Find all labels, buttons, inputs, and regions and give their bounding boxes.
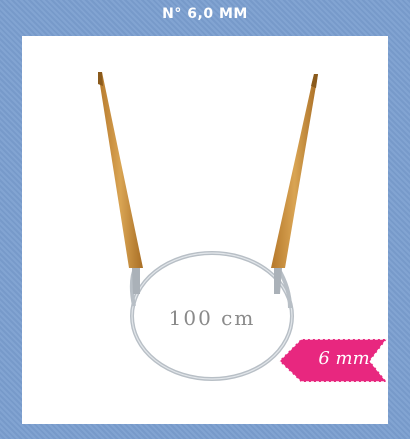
circumference-label: 100 cm xyxy=(168,306,256,330)
ferrule-left xyxy=(132,268,140,294)
needle-left xyxy=(98,72,143,268)
product-card: 100 cm 6 mm xyxy=(22,36,388,424)
size-badge-label: 6 mm xyxy=(318,348,370,369)
product-title: N° 6,0 MM xyxy=(162,6,248,22)
needle-right xyxy=(271,74,318,268)
ferrule-right xyxy=(274,268,282,294)
